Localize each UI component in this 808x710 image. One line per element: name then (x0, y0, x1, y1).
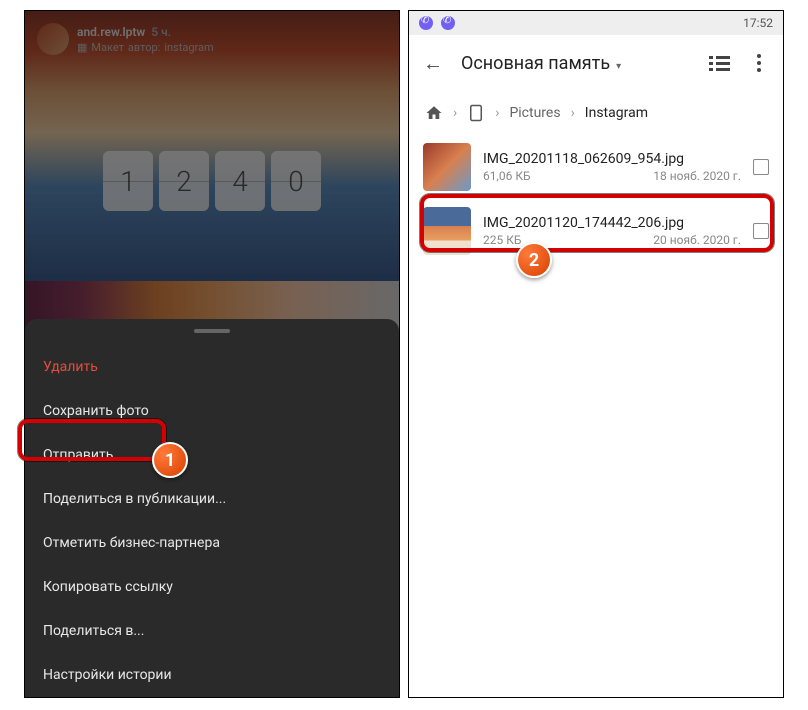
bottom-sheet: Удалить Сохранить фото Отправить... Поде… (25, 319, 399, 697)
chevron-icon (571, 105, 575, 121)
chevron-icon (495, 105, 499, 121)
menu-tag-partner[interactable]: Отметить бизнес-партнера (25, 521, 399, 565)
dropdown-icon[interactable] (616, 53, 621, 74)
subtitle: Макет (91, 41, 124, 54)
layout-icon: ▦ (77, 41, 87, 54)
file-row[interactable]: IMG_20201118_062609_954.jpg 61,06 КБ 18 … (409, 135, 783, 199)
clock-digit: 1 (103, 151, 153, 211)
author-label: автор: (128, 41, 160, 54)
menu-share-in[interactable]: Поделиться в... (25, 609, 399, 653)
instagram-story-screen: and.rew.lptw 5 ч. ▦ Макет автор: instagr… (24, 10, 400, 698)
story-header: and.rew.lptw 5 ч. ▦ Макет автор: instagr… (37, 23, 214, 55)
highlight-file-row (420, 194, 774, 252)
clock-widget: 1 2 4 0 (103, 151, 321, 211)
storage-title[interactable]: Основная память (461, 53, 610, 74)
app-bar: Основная память (409, 35, 783, 91)
menu-delete[interactable]: Удалить (25, 345, 399, 389)
file-name: IMG_20201118_062609_954.jpg (483, 151, 741, 167)
breadcrumb: Pictures Instagram (409, 91, 783, 135)
file-manager-screen: 17:52 Основная память Pictures Instagram… (408, 10, 784, 698)
avatar[interactable] (37, 23, 69, 55)
clock-digit: 2 (159, 151, 209, 211)
menu-share-post[interactable]: Поделиться в публикации... (25, 477, 399, 521)
home-icon[interactable] (425, 104, 443, 122)
status-bar: 17:52 (409, 11, 783, 35)
file-thumbnail (423, 143, 471, 191)
author-name: instagram (164, 41, 213, 54)
status-time: 17:52 (743, 16, 773, 30)
more-button[interactable] (747, 51, 771, 75)
view-list-button[interactable] (707, 51, 731, 75)
username[interactable]: and.rew.lptw (77, 25, 145, 39)
menu-copy-link[interactable]: Копировать ссылку (25, 565, 399, 609)
device-icon[interactable] (467, 104, 485, 122)
breadcrumb-pictures[interactable]: Pictures (509, 105, 560, 121)
file-date: 18 нояб. 2020 г. (653, 169, 741, 183)
step-badge-1: 1 (152, 442, 188, 478)
file-size: 61,06 КБ (483, 169, 531, 183)
viber-icon (419, 16, 433, 30)
breadcrumb-instagram[interactable]: Instagram (585, 105, 648, 121)
sheet-handle[interactable] (194, 329, 230, 333)
story-background: and.rew.lptw 5 ч. ▦ Макет автор: instagr… (25, 11, 399, 281)
chevron-icon (453, 105, 457, 121)
step-badge-2: 2 (516, 242, 552, 278)
back-button[interactable] (421, 51, 445, 75)
viber-icon (441, 16, 455, 30)
highlight-save-photo (18, 419, 166, 461)
clock-digit: 0 (271, 151, 321, 211)
menu-story-settings[interactable]: Настройки истории (25, 653, 399, 697)
file-checkbox[interactable] (753, 159, 769, 175)
story-time: 5 ч. (151, 25, 171, 39)
clock-digit: 4 (215, 151, 265, 211)
